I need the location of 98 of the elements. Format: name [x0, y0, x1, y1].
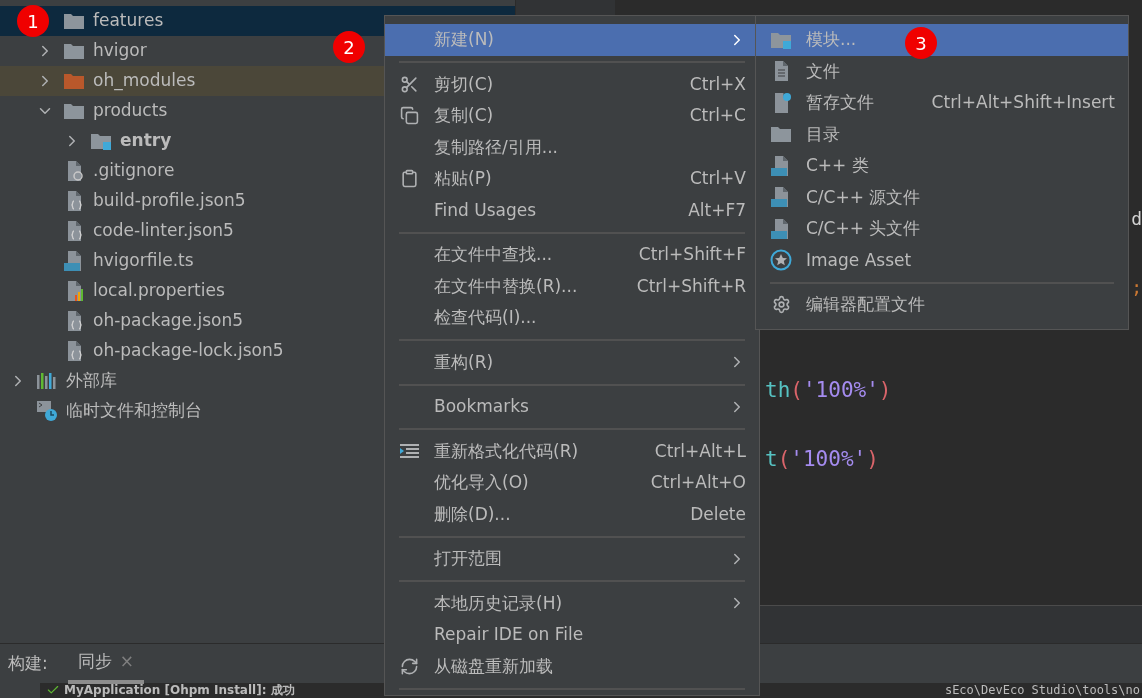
- folder-icon: [63, 12, 85, 30]
- tool-window-label: 构建:: [8, 651, 48, 675]
- tree-label: oh-package-lock.json5: [93, 339, 284, 363]
- menu-label: Bookmarks: [434, 395, 529, 418]
- menu-label: C/C++ 头文件: [806, 217, 921, 240]
- menu-item[interactable]: 目录: [756, 118, 1128, 150]
- menu-label: 目录: [806, 122, 840, 146]
- console-clock-icon: [36, 400, 58, 422]
- tree-label: oh-package.json5: [93, 309, 244, 333]
- shortcut-label: Alt+F7: [688, 198, 746, 222]
- menu-label: 文件: [806, 59, 840, 83]
- menu-label: 模块...: [806, 28, 857, 51]
- log-line: sEco\DevEco Studio\tools\no: [944, 683, 1140, 698]
- folder-icon: [63, 102, 85, 120]
- menu-label: Repair IDE on File: [434, 623, 584, 646]
- menu-label: 重构(R): [434, 350, 494, 374]
- menu-label: 优化导入(O): [434, 471, 529, 494]
- menu-label: 复制(C): [434, 104, 494, 127]
- indent-icon: [400, 443, 419, 460]
- menu-item[interactable]: 复制路径/引用...: [385, 131, 759, 163]
- clipboard-icon: [400, 169, 419, 189]
- menu-label: C++ 类: [806, 154, 869, 177]
- shortcut-label: Ctrl+X: [689, 72, 746, 96]
- menu-item[interactable]: 打开范围: [385, 543, 759, 575]
- scissors-icon: [400, 74, 419, 94]
- menu-item[interactable]: 删除(D)... Delete: [385, 498, 759, 530]
- tree-label: 临时文件和控制台: [66, 399, 202, 423]
- menu-label: 从磁盘重新加载: [434, 654, 553, 678]
- menu-item[interactable]: 在文件中替换(R)... Ctrl+Shift+R: [385, 270, 759, 302]
- folder-icon: [63, 42, 85, 60]
- tree-label: code-linter.json5: [93, 219, 234, 243]
- menu-item[interactable]: C/C++ 源文件: [756, 181, 1128, 213]
- tree-label: hvigorfile.ts: [93, 249, 194, 273]
- copy-icon: [400, 106, 419, 126]
- tree-label: .gitignore: [93, 159, 175, 183]
- menu-label: 复制路径/引用...: [434, 135, 558, 159]
- menu-item[interactable]: C++ 类: [756, 150, 1128, 182]
- menu-item[interactable]: C/C++ 头文件: [756, 213, 1128, 245]
- tree-label: products: [93, 99, 168, 123]
- menu-item[interactable]: 优化导入(O) Ctrl+Alt+O: [385, 467, 759, 499]
- menu-label: 重新格式化代码(R): [434, 439, 579, 463]
- menu-item[interactable]: 编辑器配置文件: [756, 289, 1128, 321]
- settings-icon: [771, 295, 791, 315]
- menu-label: 打开范围: [434, 547, 502, 570]
- menu-label: 在文件中查找...: [434, 243, 553, 266]
- code-line: th('100%'): [765, 377, 892, 404]
- menu-item[interactable]: 复制(C) Ctrl+C: [385, 100, 759, 132]
- menu-label: Find Usages: [434, 198, 537, 222]
- module-folder-icon: [770, 30, 792, 49]
- menu-label: 在文件中替换(R)...: [434, 274, 578, 298]
- tree-label: oh_modules: [93, 69, 196, 93]
- tab-label: 同步: [77, 649, 112, 673]
- menu-item[interactable]: 重新格式化代码(R) Ctrl+Alt+L: [385, 435, 759, 467]
- shortcut-label: Ctrl+Shift+F: [638, 243, 746, 266]
- menu-item[interactable]: Bookmarks: [385, 391, 759, 423]
- shortcut-label: Ctrl+V: [689, 167, 746, 190]
- check-icon: [46, 683, 60, 697]
- menu-label: 编辑器配置文件: [806, 293, 925, 316]
- shortcut-label: Ctrl+Alt+L: [654, 439, 746, 463]
- code-line: ;: [1131, 275, 1142, 300]
- shortcut-label: Ctrl+Shift+R: [636, 274, 746, 298]
- menu-label: 粘贴(P): [434, 167, 492, 190]
- menu-item[interactable]: 本地历史记录(H): [385, 587, 759, 619]
- module-folder-icon: [90, 132, 112, 150]
- shortcut-label: Ctrl+Alt+O: [650, 471, 746, 494]
- code-line: t('100%'): [765, 446, 879, 473]
- tree-label: hvigor: [93, 39, 147, 63]
- menu-item[interactable]: 重构(R): [385, 346, 759, 378]
- menu-label: 本地历史记录(H): [434, 591, 563, 615]
- menu-label: 剪切(C): [434, 72, 494, 96]
- star-circle-icon: [770, 249, 792, 272]
- library-icon: [36, 372, 58, 390]
- reload-icon: [400, 656, 419, 676]
- tree-label: 外部库: [66, 369, 117, 393]
- folder-icon: [63, 72, 85, 90]
- code-line: d: [1131, 206, 1142, 231]
- menu-item[interactable]: 粘贴(P) Ctrl+V: [385, 163, 759, 195]
- shortcut-label: Ctrl+C: [689, 104, 746, 127]
- menu-item[interactable]: 检查代码(I)...: [385, 302, 759, 334]
- menu-item[interactable]: Repair IDE on File: [385, 619, 759, 651]
- tree-label: local.properties: [93, 279, 225, 303]
- build-tree-line: MyApplication [Ohpm Install]: 成功: [64, 683, 295, 698]
- menu-item[interactable]: Find Usages Alt+F7: [385, 194, 759, 226]
- menu-label: 删除(D)...: [434, 502, 511, 526]
- menu-item[interactable]: 暂存文件 Ctrl+Alt+Shift+Insert: [756, 87, 1128, 119]
- shortcut-label: Delete: [690, 502, 746, 526]
- folder-icon: [770, 125, 792, 144]
- menu-label: 暂存文件: [806, 91, 874, 114]
- tree-label: features: [93, 9, 164, 33]
- menu-item[interactable]: 在文件中查找... Ctrl+Shift+F: [385, 239, 759, 271]
- menu-item[interactable]: 从磁盘重新加载: [385, 650, 759, 682]
- menu-label: Image Asset: [806, 248, 912, 272]
- tree-label: build-profile.json5: [93, 189, 246, 213]
- menu-item[interactable]: Image Asset: [756, 244, 1128, 276]
- shortcut-label: Ctrl+Alt+Shift+Insert: [931, 91, 1115, 114]
- menu-label: C/C++ 源文件: [806, 185, 921, 209]
- tree-label: entry: [120, 129, 172, 153]
- menu-label: 检查代码(I)...: [434, 306, 537, 329]
